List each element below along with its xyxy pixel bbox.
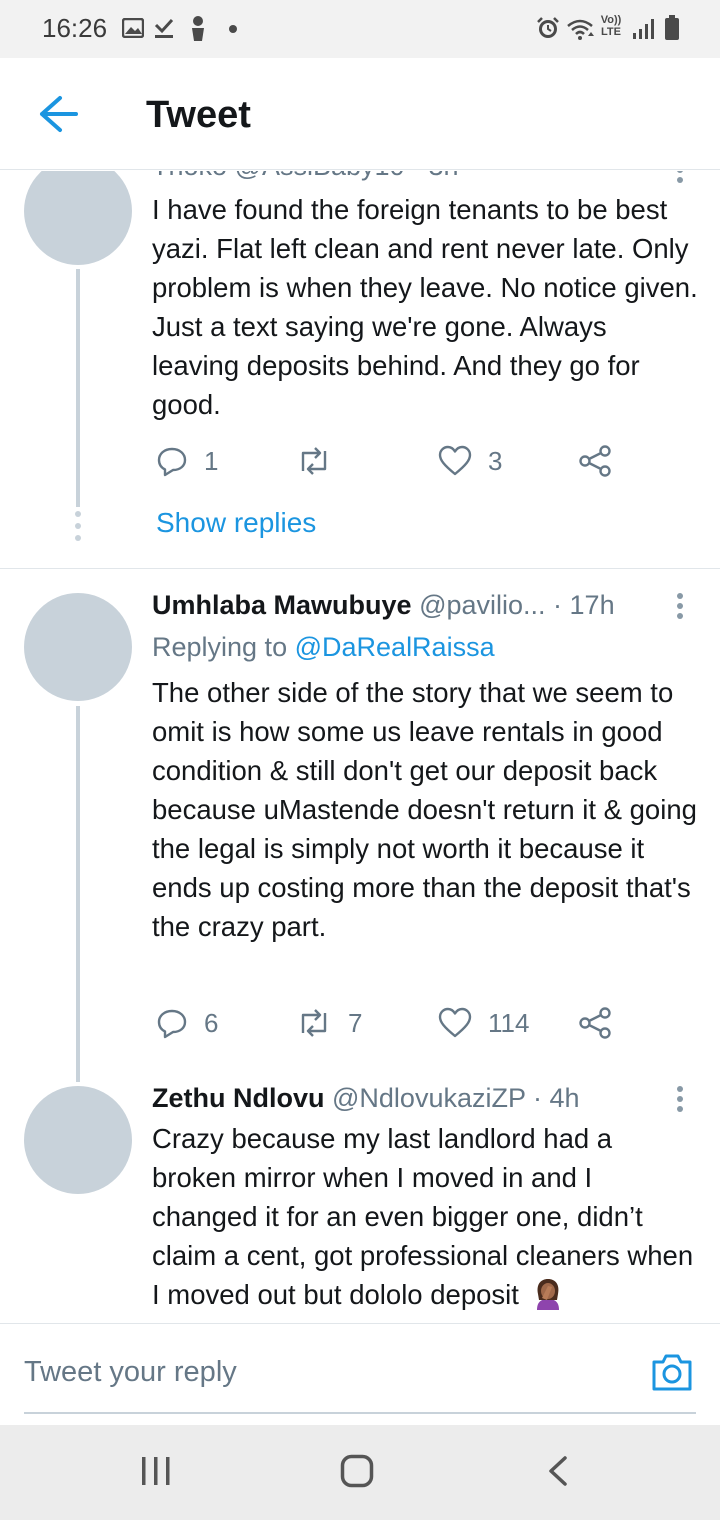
gallery-icon: [122, 18, 144, 38]
recents-icon[interactable]: [140, 1455, 172, 1487]
retweet-button[interactable]: 7: [296, 1005, 362, 1041]
tweet-text: Crazy because my last landlord had a bro…: [152, 1119, 700, 1314]
heart-icon: [438, 1007, 472, 1038]
show-replies-link[interactable]: Show replies: [156, 507, 316, 539]
replying-mention-link[interactable]: @DaRealRaissa: [295, 632, 495, 662]
user-handle[interactable]: @NdlovukaziZP: [332, 1083, 525, 1113]
app-header: Tweet: [0, 58, 720, 170]
like-button[interactable]: 3: [438, 443, 502, 479]
display-name[interactable]: Umhlaba Mawubuye: [152, 590, 412, 620]
heart-icon: [438, 445, 472, 476]
tweet-text-body: Crazy because my last landlord had a bro…: [152, 1123, 694, 1310]
like-button[interactable]: 114: [438, 1005, 529, 1041]
camera-icon[interactable]: [650, 1352, 694, 1392]
wifi-icon: [567, 19, 594, 40]
tweet-header-partial: Thoko @AssiBaby10 · 3h: [152, 171, 459, 182]
retweet-count: 7: [348, 1007, 363, 1038]
status-time: 16:26: [42, 13, 108, 43]
reply-button[interactable]: 6: [156, 1005, 218, 1041]
reply-button[interactable]: 1: [156, 443, 218, 479]
facepalm-emoji-icon: [536, 1279, 559, 1310]
tweet-time: · 4h: [533, 1083, 580, 1113]
thread-dots: [74, 511, 82, 547]
like-count: 3: [488, 445, 503, 476]
reply-composer: Tweet your reply: [0, 1323, 720, 1425]
system-nav-bar: [0, 1425, 720, 1520]
avatar[interactable]: [24, 171, 132, 265]
alarm-icon: [537, 17, 559, 38]
divider: [0, 568, 720, 569]
page-title: Tweet: [146, 94, 251, 136]
like-count: 114: [488, 1007, 530, 1038]
tweet-text: The other side of the story that we seem…: [152, 677, 697, 942]
reply-icon: [157, 447, 187, 477]
replying-prefix: Replying to: [152, 632, 288, 662]
more-options-icon[interactable]: [672, 171, 688, 187]
composer-underline: [24, 1412, 696, 1414]
tweet-text: I have found the foreign tenants to be b…: [152, 194, 698, 420]
more-options-icon[interactable]: [672, 1086, 688, 1116]
retweet-icon: [301, 1009, 327, 1037]
home-icon[interactable]: [340, 1454, 374, 1488]
share-button[interactable]: [578, 1005, 612, 1041]
share-icon: [579, 445, 611, 477]
reply-count: 6: [204, 1007, 219, 1038]
reply-thread[interactable]: Thoko @AssiBaby10 · 3h I have found the …: [0, 171, 720, 1323]
thread-line: [76, 706, 80, 1082]
tweet-reply-input[interactable]: Tweet your reply: [24, 1356, 237, 1389]
battery-icon: [665, 15, 679, 40]
person-icon: [192, 16, 204, 41]
tweet-actions: 1 3: [156, 443, 636, 479]
back-icon[interactable]: [546, 1455, 570, 1487]
avatar[interactable]: [24, 1086, 132, 1194]
back-arrow-icon[interactable]: [30, 92, 80, 136]
retweet-button[interactable]: [296, 443, 348, 479]
signal-icon: [633, 19, 654, 39]
replying-to: Replying to @DaRealRaissa: [152, 632, 495, 663]
reply-icon: [157, 1009, 187, 1039]
avatar[interactable]: [24, 593, 132, 701]
partial-header-text: Thoko @AssiBaby10 · 3h: [152, 171, 459, 181]
volte-label: Vo)): [600, 14, 622, 26]
download-done-icon: [154, 18, 174, 38]
retweet-icon: [301, 447, 327, 475]
thread-line: [76, 269, 80, 507]
more-options-icon[interactable]: [672, 593, 688, 623]
user-handle[interactable]: @pavilio...: [419, 590, 545, 620]
tweet-time: · 17h: [553, 590, 615, 620]
share-icon: [579, 1007, 611, 1039]
lte-label: LTE: [601, 26, 621, 38]
volte-lte-icon: Vo)) LTE: [598, 14, 624, 38]
share-button[interactable]: [578, 443, 612, 479]
tweet-actions: 6 7 114: [156, 1005, 636, 1041]
tweet-header: Umhlaba Mawubuye @pavilio... · 17h: [152, 590, 615, 621]
reply-count: 1: [204, 445, 219, 476]
tweet-header: Zethu Ndlovu @NdlovukaziZP · 4h: [152, 1083, 580, 1114]
status-bar: 16:26 Vo)) LTE: [0, 0, 720, 58]
dot-icon: [229, 25, 237, 33]
display-name[interactable]: Zethu Ndlovu: [152, 1083, 324, 1113]
